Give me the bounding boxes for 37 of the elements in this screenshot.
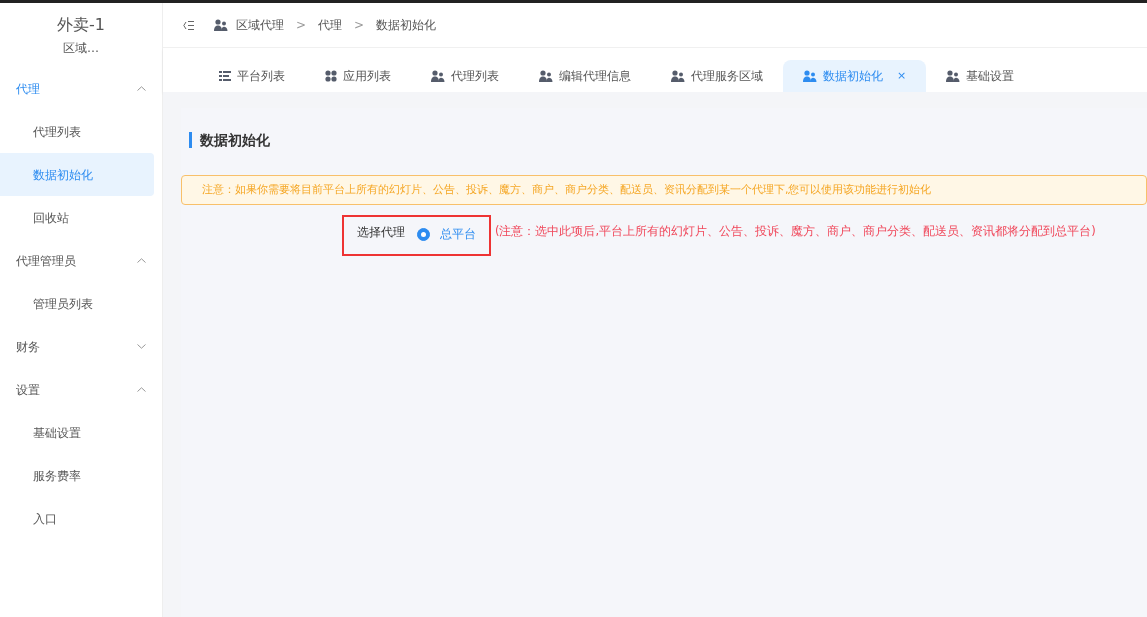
tab[interactable]: 代理服务区域 xyxy=(651,60,783,92)
collapse-menu-icon[interactable] xyxy=(183,20,194,30)
breadcrumb-item: 数据初始化 xyxy=(376,17,437,34)
menu-item[interactable]: 基础设置 xyxy=(0,411,162,454)
section-title: 数据初始化 xyxy=(189,132,1147,148)
breadcrumb-item[interactable]: 代理 xyxy=(318,16,343,34)
breadcrumb-item[interactable]: 区域代理 xyxy=(236,16,284,34)
tab[interactable]: 代理列表 xyxy=(411,60,519,92)
notice-banner: 注意：如果你需要将目前平台上所有的幻灯片、公告、投诉、魔方、商户、商户分类、配送员、资讯分配到某一个代理下,您可以使用该功能进行初始化 xyxy=(181,175,1147,205)
menu-group[interactable]: 代理管理员 xyxy=(0,239,162,282)
hint-text: (注意：选中此项后,平台上所有的幻灯片、公告、投诉、魔方、商户、商户分类、配送员、资讯都将分配到总平台) xyxy=(495,223,1096,240)
menu-item[interactable]: 服务费率 xyxy=(0,454,162,497)
menu-item[interactable]: 入口 xyxy=(0,497,162,540)
breadcrumb-separator: > xyxy=(354,17,365,34)
tab[interactable]: 基础设置 xyxy=(926,60,1035,92)
tab[interactable]: 编辑代理信息 xyxy=(519,60,651,92)
users-icon xyxy=(214,19,228,31)
tab[interactable]: 应用列表 xyxy=(305,60,411,92)
breadcrumb-separator: > xyxy=(296,17,307,34)
menu-group[interactable]: 代理 xyxy=(0,67,162,110)
menu-item[interactable]: 回收站 xyxy=(0,196,162,239)
menu-group[interactable]: 设置 xyxy=(0,368,162,411)
users-icon xyxy=(671,70,685,82)
menu-item[interactable]: 管理员列表 xyxy=(0,282,162,325)
app-subtitle: 区域… xyxy=(63,40,99,57)
menu-item[interactable]: 代理列表 xyxy=(0,110,162,153)
tab[interactable]: 平台列表 xyxy=(199,60,305,92)
grid-icon xyxy=(325,70,337,82)
menu-group[interactable]: 财务 xyxy=(0,325,162,368)
list-icon xyxy=(219,71,231,81)
users-icon xyxy=(539,70,553,82)
users-icon xyxy=(803,70,817,82)
radio-button[interactable] xyxy=(417,227,430,241)
field-label: 选择代理 xyxy=(357,224,405,241)
users-icon xyxy=(946,70,961,82)
app-title: 外卖-1 xyxy=(57,15,105,35)
users-icon xyxy=(431,70,445,82)
